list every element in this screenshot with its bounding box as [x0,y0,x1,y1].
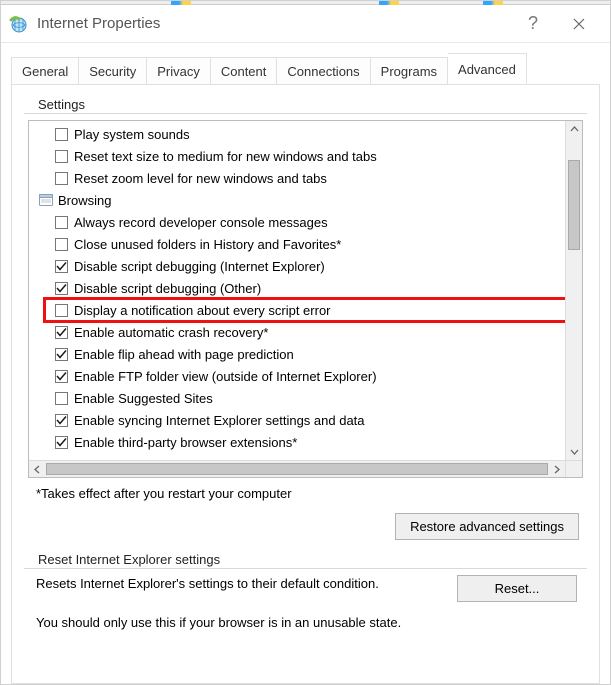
checkbox[interactable] [55,326,68,339]
settings-item[interactable]: Always record developer console messages [39,211,565,233]
settings-item-label: Play system sounds [74,127,190,142]
scroll-down-arrow-icon[interactable] [566,443,582,460]
checkbox[interactable] [55,304,68,317]
settings-item-label: Enable flip ahead with page prediction [74,347,294,362]
settings-item-label: Disable script debugging (Other) [74,281,261,296]
settings-listbox: Play system sounds Reset text size to med… [28,120,583,478]
scroll-left-arrow-icon[interactable] [29,461,46,477]
settings-item[interactable]: Disable script debugging (Other) [39,277,565,299]
settings-item[interactable]: Reset text size to medium for new window… [39,145,565,167]
settings-item-label: Reset text size to medium for new window… [74,149,377,164]
settings-group: Settings Play system soundsReset text si… [24,103,587,550]
settings-item[interactable]: Enable FTP folder view (outside of Inter… [39,365,565,387]
reset-description: Resets Internet Explorer's settings to t… [36,575,439,593]
settings-item[interactable]: Enable syncing Internet Explorer setting… [39,409,565,431]
settings-item[interactable]: Enable Suggested Sites [39,387,565,409]
close-button[interactable] [556,5,602,43]
tab-content[interactable]: Content [211,57,278,85]
settings-item-label: Disable script debugging (Internet Explo… [74,259,325,274]
settings-item[interactable]: Play system sounds [39,123,565,145]
settings-item-label: Reset zoom level for new windows and tab… [74,171,327,186]
window-title: Internet Properties [37,15,510,32]
vertical-scrollbar[interactable] [565,121,582,460]
settings-item-label: Enable syncing Internet Explorer setting… [74,413,365,428]
tab-row: General Security Privacy Content Connect… [11,53,600,84]
tab-security[interactable]: Security [79,57,147,85]
checkbox[interactable] [55,128,68,141]
reset-warning: You should only use this if your browser… [36,614,583,632]
internet-properties-window: Internet Properties ? General Security P… [0,0,611,685]
checkbox[interactable] [55,238,68,251]
checkbox[interactable] [55,172,68,185]
settings-item-label: Always record developer console messages [74,215,328,230]
settings-category: Browsing [39,189,565,211]
restore-advanced-settings-button[interactable]: Restore advanced settings [395,513,579,540]
checkbox[interactable] [55,216,68,229]
checkbox[interactable] [55,414,68,427]
checkbox[interactable] [55,392,68,405]
settings-item-label: Enable third-party browser extensions* [74,435,297,450]
scroll-corner [565,461,582,477]
taskbar-hint [1,1,610,5]
tab-advanced[interactable]: Advanced [448,53,527,84]
settings-item[interactable]: Enable third-party browser extensions* [39,431,565,453]
settings-item[interactable]: Enable flip ahead with page prediction [39,343,565,365]
tab-general[interactable]: General [11,57,79,85]
checkbox[interactable] [55,282,68,295]
settings-group-label: Settings [34,97,89,112]
tab-privacy[interactable]: Privacy [147,57,211,85]
help-button[interactable]: ? [510,5,556,43]
internet-options-icon [9,14,29,34]
category-label: Browsing [58,193,111,208]
reset-group-label: Reset Internet Explorer settings [34,552,224,567]
help-icon: ? [528,13,538,34]
settings-item[interactable]: Close unused folders in History and Favo… [39,233,565,255]
tab-connections[interactable]: Connections [277,57,370,85]
settings-footnote: *Takes effect after you restart your com… [36,486,583,501]
scroll-right-arrow-icon[interactable] [548,461,565,477]
hscroll-track[interactable] [46,461,548,477]
close-icon [573,18,585,30]
settings-item-label: Enable Suggested Sites [74,391,213,406]
tab-programs[interactable]: Programs [371,57,448,85]
category-icon [39,194,53,206]
settings-item-label: Display a notification about every scrip… [74,303,331,318]
reset-button[interactable]: Reset... [457,575,577,602]
checkbox[interactable] [55,260,68,273]
settings-item[interactable]: Disable script debugging (Internet Explo… [39,255,565,277]
settings-item-label: Enable automatic crash recovery* [74,325,268,340]
settings-list-content[interactable]: Play system sounds Reset text size to med… [29,121,565,460]
checkbox[interactable] [55,436,68,449]
hscroll-thumb[interactable] [46,463,548,475]
checkbox[interactable] [55,150,68,163]
scroll-up-arrow-icon[interactable] [566,121,582,138]
scroll-thumb[interactable] [568,160,580,250]
titlebar: Internet Properties ? [1,5,610,43]
horizontal-scrollbar[interactable] [29,460,582,477]
reset-group: Reset Internet Explorer settings Resets … [24,558,587,642]
settings-item-label: Enable FTP folder view (outside of Inter… [74,369,377,384]
settings-item-label: Close unused folders in History and Favo… [74,237,341,252]
advanced-tab-panel: Settings Play system sounds Reset text si… [11,84,600,684]
settings-item[interactable]: Reset zoom level for new windows and tab… [39,167,565,189]
settings-item[interactable]: Display a notification about every scrip… [39,299,565,321]
checkbox[interactable] [55,348,68,361]
settings-item[interactable]: Enable automatic crash recovery* [39,321,565,343]
scroll-track[interactable] [566,138,582,443]
checkbox[interactable] [55,370,68,383]
